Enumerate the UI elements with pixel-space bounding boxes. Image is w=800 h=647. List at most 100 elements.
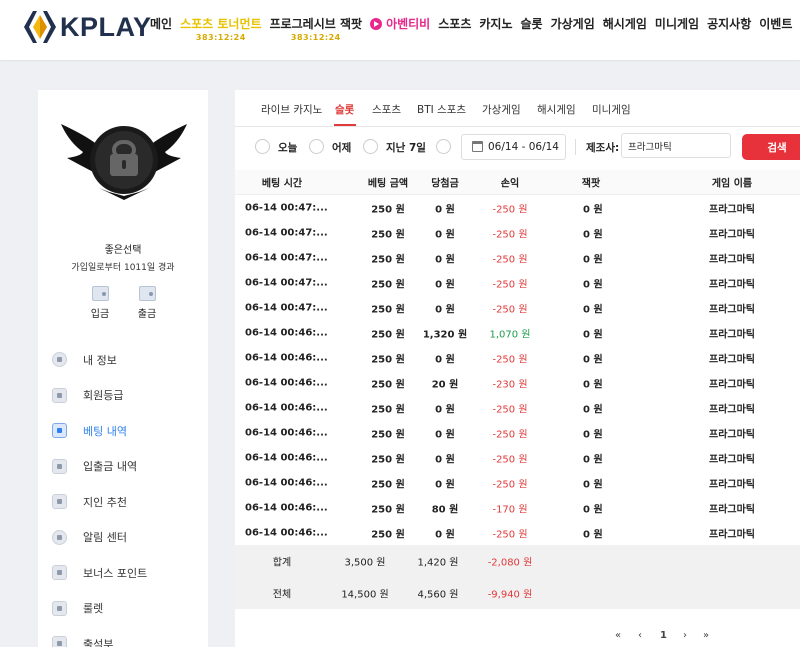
nav-item-label: 스포츠 [438,17,472,31]
betting-history-panel: 라이브 카지노 슬롯 스포츠 BTI 스포츠 가상게임 해시게임 미니게임 오늘 어제 지난… [235,90,800,647]
radio-last-7-days[interactable] [363,139,378,154]
nav-item-label: 슬롯 [520,17,543,31]
deposit-button[interactable]: 입금 [85,286,115,320]
sidebar-item-0[interactable]: 내 정보 [52,342,147,378]
table-cell-win: 0 원 [435,479,455,490]
table-row[interactable]: 06-14 00:46:... 250 원 0 원 -250 원 0 원 프라그마틱 [235,520,800,545]
nav-item-6[interactable]: 슬롯 [520,15,542,32]
tab-3[interactable]: BTI 스포츠 [417,102,466,117]
nav-item-0[interactable]: 메인 [150,15,172,32]
next-page-button[interactable]: › [683,630,687,641]
sidebar-item-1[interactable]: 회원등급 [52,378,147,414]
table-cell-jackpot: 0 원 [583,429,603,440]
provider-input[interactable] [621,133,731,158]
withdraw-button[interactable]: 출금 [132,286,162,320]
table-cell-time: 06-14 00:46:... [245,377,328,388]
site-logo[interactable]: KPLAY [22,9,152,45]
tab-1[interactable]: 슬롯 [335,102,354,117]
kplay-logo-icon [24,11,56,43]
notification-icon [52,529,67,545]
top-header: KPLAY 메인 스포츠 토너먼트 383:12:24 프로그레시브 잭팟 383:12… [0,0,800,60]
attendance-icon [52,636,67,647]
table-cell-win: 0 원 [435,404,455,415]
search-button[interactable]: 검색 [742,134,800,160]
nav-item-5[interactable]: 카지노 [479,15,512,32]
nav-item-label: 메인 [150,17,173,31]
table-cell-win: 0 원 [435,529,455,540]
table-row[interactable]: 06-14 00:46:... 250 원 0 원 -250 원 0 원 프라그마틱 [235,420,800,445]
betting-history-icon [52,423,67,439]
table-cell-pl: -250 원 [492,304,528,315]
sidebar-item-4[interactable]: 지인 추천 [52,484,147,520]
radio-yesterday[interactable] [309,139,324,154]
sidebar-item-2[interactable]: 베팅 내역 [52,413,147,449]
betting-history-table: 베팅 시간 베팅 금액 당첨금 손익 잭팟 게임 이름 06-14 00:47:... 25… [235,170,800,609]
tab-0[interactable]: 라이브 카지노 [261,102,322,117]
nav-item-4[interactable]: 스포츠 [438,15,471,32]
column-header: 베팅 시간 [261,178,303,190]
sidebar-item-5[interactable]: 알림 센터 [52,520,147,556]
radio-today[interactable] [255,139,270,154]
table-cell-game: 프라그마틱 [709,204,755,215]
nav-item-3[interactable]: 아벤티비 [370,15,430,32]
sidebar-item-label: 출석부 [83,637,114,647]
nav-item-9[interactable]: 미니게임 [655,15,699,32]
nav-item-7[interactable]: 가상게임 [551,15,595,32]
summary-label: 전체 [272,589,292,601]
tab-5[interactable]: 해시게임 [537,102,576,117]
nav-item-8[interactable]: 해시게임 [603,15,647,32]
table-cell-pl: -250 원 [492,429,528,440]
table-cell-jackpot: 0 원 [583,279,603,290]
table-cell-jackpot: 0 원 [583,229,603,240]
nav-item-11[interactable]: 이벤트 [759,15,792,32]
date-range-picker[interactable]: 06/14 - 06/14 [461,134,566,160]
current-page[interactable]: 1 [660,630,667,641]
table-row[interactable]: 06-14 00:47:... 250 원 0 원 -250 원 0 원 프라그마틱 [235,195,800,220]
sidebar-item-label: 입출금 내역 [83,460,138,474]
sidebar-item-8[interactable]: 출석부 [52,626,147,647]
table-cell-jackpot: 0 원 [583,504,603,515]
table-cell-jackpot: 0 원 [583,479,603,490]
table-row[interactable]: 06-14 00:46:... 250 원 0 원 -250 원 0 원 프라그마틱 [235,470,800,495]
nav-item-1[interactable]: 스포츠 토너먼트 383:12:24 [180,15,261,42]
radio-custom-range[interactable] [436,139,451,154]
table-row[interactable]: 06-14 00:47:... 250 원 0 원 -250 원 0 원 프라그마틱 [235,220,800,245]
sidebar-item-6[interactable]: 보너스 포인트 [52,555,147,591]
nav-item-2[interactable]: 프로그레시브 잭팟 383:12:24 [270,15,363,42]
table-summary: 합계 3,500 원 1,420 원 -2,080 원 전체 14,500 원 4,560 … [235,545,800,609]
last-page-button[interactable]: » [703,630,709,641]
table-row[interactable]: 06-14 00:46:... 250 원 80 원 -170 원 0 원 프라그마틱 [235,495,800,520]
tab-2[interactable]: 스포츠 [372,102,401,117]
username: 좋은선택 [104,245,142,256]
sidebar-item-3[interactable]: 입출금 내역 [52,449,147,485]
table-row[interactable]: 06-14 00:46:... 250 원 20 원 -230 원 0 원 프라그마틱 [235,370,800,395]
sidebar-item-7[interactable]: 룰렛 [52,591,147,627]
tab-6[interactable]: 미니게임 [592,102,631,117]
table-cell-game: 프라그마틱 [709,329,755,340]
tab-4[interactable]: 가상게임 [482,102,521,117]
nav-item-10[interactable]: 공지사항 [707,15,751,32]
table-row[interactable]: 06-14 00:46:... 250 원 1,320 원 1,070 원 0 원 프라그… [235,320,800,345]
nav-item-label: 공지사항 [707,17,752,31]
sidebar-item-label: 지인 추천 [83,495,127,509]
table-row[interactable]: 06-14 00:46:... 250 원 0 원 -250 원 0 원 프라그마틱 [235,445,800,470]
sidebar-item-label: 보너스 포인트 [83,566,148,580]
date-range-value: 06/14 - 06/14 [488,141,559,153]
membership-duration: 가입일로부터 1011일 경과 [71,263,175,273]
table-row[interactable]: 06-14 00:47:... 250 원 0 원 -250 원 0 원 프라그마틱 [235,245,800,270]
table-cell-game: 프라그마틱 [709,254,755,265]
table-row[interactable]: 06-14 00:46:... 250 원 0 원 -250 원 0 원 프라그마틱 [235,345,800,370]
main-nav: 메인 스포츠 토너먼트 383:12:24 프로그레시브 잭팟 383:12:24 아벤티… [150,15,800,42]
filter-bar: 오늘 어제 지난 7일 06/14 - 06/14 제조사: 검색 [235,127,800,167]
table-cell-bet: 250 원 [371,529,405,540]
table-row[interactable]: 06-14 00:46:... 250 원 0 원 -250 원 0 원 프라그마틱 [235,395,800,420]
first-page-button[interactable]: « [615,630,621,641]
table-row[interactable]: 06-14 00:47:... 250 원 0 원 -250 원 0 원 프라그마틱 [235,295,800,320]
table-cell-game: 프라그마틱 [709,429,755,440]
prev-page-button[interactable]: ‹ [638,630,642,641]
table-cell-game: 프라그마틱 [709,479,755,490]
table-cell-pl: -230 원 [492,379,528,390]
table-row[interactable]: 06-14 00:47:... 250 원 0 원 -250 원 0 원 프라그마틱 [235,270,800,295]
radio-today-label: 오늘 [278,142,298,154]
table-cell-jackpot: 0 원 [583,354,603,365]
